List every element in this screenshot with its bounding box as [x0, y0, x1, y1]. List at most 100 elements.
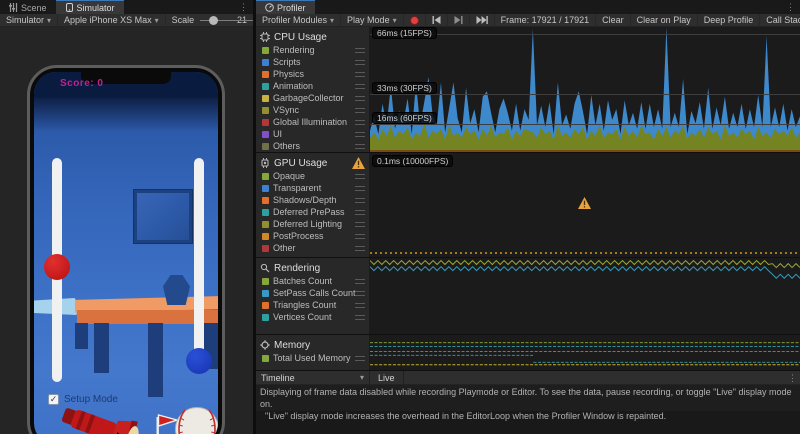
scale-slider-knob[interactable] — [209, 15, 219, 25]
left-kebab-menu-icon[interactable]: ⋮ — [234, 0, 253, 14]
rendering-module-header[interactable]: Rendering — [256, 258, 369, 275]
vase-on-table — [163, 275, 190, 305]
drag-handle-icon[interactable] — [355, 210, 365, 215]
gpu-legend-panel: GPU Usage Opaque Transparent Shadows/Depth… — [256, 153, 370, 257]
iphone-device-frame: Score: 0 ✓ Setup Mode — [27, 65, 225, 434]
setup-mode-checkbox[interactable]: ✓ — [48, 394, 59, 405]
drag-handle-icon[interactable] — [355, 246, 365, 251]
legend-item-rendering[interactable]: Rendering — [256, 44, 369, 56]
right-slider-track[interactable] — [194, 158, 204, 362]
legend-item-label: Others — [273, 141, 301, 151]
drag-handle-icon[interactable] — [355, 144, 365, 149]
legend-item-label: Opaque — [273, 171, 306, 181]
game-screen[interactable]: Score: 0 ✓ Setup Mode — [34, 72, 218, 434]
flashlight-icon[interactable] — [56, 406, 148, 434]
message-line-2: "Live" display mode increases the overhe… — [265, 411, 667, 421]
drag-handle-icon[interactable] — [355, 108, 365, 113]
legend-item-label: Animation — [273, 81, 314, 91]
record-button[interactable] — [404, 13, 426, 27]
call-stacks-dropdown[interactable]: Call Stacks▾ — [760, 14, 800, 27]
drag-handle-icon[interactable] — [355, 279, 365, 284]
prev-frame-button[interactable] — [426, 13, 448, 27]
drag-handle-icon[interactable] — [355, 186, 365, 191]
legend-item-deferred-prepass[interactable]: Deferred PrePass — [256, 206, 369, 218]
legend-item-ui[interactable]: UI — [256, 128, 369, 140]
drag-handle-icon[interactable] — [355, 291, 365, 296]
profiler-pane: Profiler ⋮ Profiler Modules ▾ Play Mode ▾ — [256, 0, 800, 434]
memory-module-title: Memory — [274, 339, 311, 351]
legend-item-transparent[interactable]: Transparent — [256, 182, 369, 194]
legend-item-garbagecollector[interactable]: GarbageCollector — [256, 92, 369, 104]
color-chip-icon — [262, 118, 269, 126]
tab-scene[interactable]: Scene — [0, 0, 56, 14]
drag-handle-icon[interactable] — [355, 84, 365, 89]
target-mode-dropdown[interactable]: Play Mode ▾ — [341, 13, 404, 27]
detail-view-dropdown[interactable]: Timeline ▾ — [256, 370, 370, 385]
memory-module-header[interactable]: Memory — [256, 335, 369, 352]
legend-item-vertices-count[interactable]: Vertices Count — [256, 311, 369, 323]
color-chip-icon — [262, 313, 269, 321]
drag-handle-icon[interactable] — [355, 132, 365, 137]
profiler-kebab-menu-icon[interactable]: ⋮ — [781, 0, 800, 14]
legend-item-triangles-count[interactable]: Triangles Count — [256, 299, 369, 311]
legend-item-total-used-memory[interactable]: Total Used Memory — [256, 352, 369, 364]
legend-item-other[interactable]: Other — [256, 242, 369, 254]
memory-chart[interactable] — [370, 335, 800, 370]
drag-handle-icon[interactable] — [355, 120, 365, 125]
drag-handle-icon[interactable] — [355, 174, 365, 179]
drag-handle-icon[interactable] — [355, 315, 365, 320]
tab-profiler[interactable]: Profiler — [256, 0, 315, 14]
legend-item-label: Batches Count — [273, 276, 333, 286]
rendering-chart[interactable] — [370, 258, 800, 334]
gpu-usage-chart[interactable]: 0.1ms (10000FPS) — [370, 153, 800, 257]
color-chip-icon — [262, 208, 269, 216]
drag-handle-icon[interactable] — [355, 303, 365, 308]
clear-button[interactable]: Clear — [596, 13, 631, 27]
profiler-message: Displaying of frame data disabled while … — [256, 385, 800, 421]
cpu-module-header[interactable]: CPU Usage — [256, 27, 369, 44]
baseball-icon[interactable] — [174, 406, 218, 434]
legend-item-setpass-calls-count[interactable]: SetPass Calls Count — [256, 287, 369, 299]
legend-item-scripts[interactable]: Scripts — [256, 56, 369, 68]
gpu-module-header[interactable]: GPU Usage — [256, 153, 369, 170]
legend-item-global-illumination[interactable]: Global Illumination — [256, 116, 369, 128]
clear-on-play-button[interactable]: Clear on Play — [631, 13, 698, 27]
legend-item-label: Triangles Count — [273, 300, 337, 310]
simulator-mode-dropdown[interactable]: Simulator ▾ — [0, 13, 59, 27]
drag-handle-icon[interactable] — [355, 356, 365, 361]
tab-simulator[interactable]: Simulator — [55, 0, 124, 14]
legend-item-physics[interactable]: Physics — [256, 68, 369, 80]
deep-profile-button[interactable]: Deep Profile — [698, 13, 761, 27]
current-frame-button[interactable] — [470, 13, 495, 27]
legend-item-shadows-depth[interactable]: Shadows/Depth — [256, 194, 369, 206]
red-slider-knob[interactable] — [44, 254, 70, 280]
bottom-bar-kebab-icon[interactable]: ⋮ — [785, 371, 800, 385]
rendering-module: Rendering Batches Count SetPass Calls Cou… — [256, 258, 800, 335]
next-frame-button[interactable] — [448, 13, 470, 27]
drag-handle-icon[interactable] — [355, 222, 365, 227]
drag-handle-icon[interactable] — [355, 72, 365, 77]
legend-item-animation[interactable]: Animation — [256, 80, 369, 92]
legend-item-label: Transparent — [273, 183, 322, 193]
color-chip-icon — [262, 196, 269, 204]
live-toggle-button[interactable]: Live — [370, 370, 404, 385]
blue-slider-knob[interactable] — [186, 348, 212, 374]
device-dropdown[interactable]: Apple iPhone XS Max ▾ — [58, 13, 166, 27]
legend-item-batches-count[interactable]: Batches Count — [256, 275, 369, 287]
fps-threshold-label: 0.1ms (10000FPS) — [372, 155, 454, 167]
legend-item-opaque[interactable]: Opaque — [256, 170, 369, 182]
color-chip-icon — [262, 70, 269, 78]
drag-handle-icon[interactable] — [355, 234, 365, 239]
legend-item-others[interactable]: Others — [256, 140, 369, 152]
drag-handle-icon[interactable] — [355, 198, 365, 203]
drag-handle-icon[interactable] — [355, 60, 365, 65]
legend-item-vsync[interactable]: VSync — [256, 104, 369, 116]
legend-item-label: Deferred Lighting — [273, 219, 343, 229]
cpu-usage-chart[interactable]: 66ms (15FPS) 33ms (30FPS) 16ms (60FPS) — [370, 27, 800, 152]
drag-handle-icon[interactable] — [355, 96, 365, 101]
legend-item-postprocess[interactable]: PostProcess — [256, 230, 369, 242]
profiler-modules-dropdown[interactable]: Profiler Modules ▾ — [256, 13, 342, 27]
scale-slider[interactable] — [200, 14, 257, 27]
legend-item-deferred-lighting[interactable]: Deferred Lighting — [256, 218, 369, 230]
drag-handle-icon[interactable] — [355, 48, 365, 53]
